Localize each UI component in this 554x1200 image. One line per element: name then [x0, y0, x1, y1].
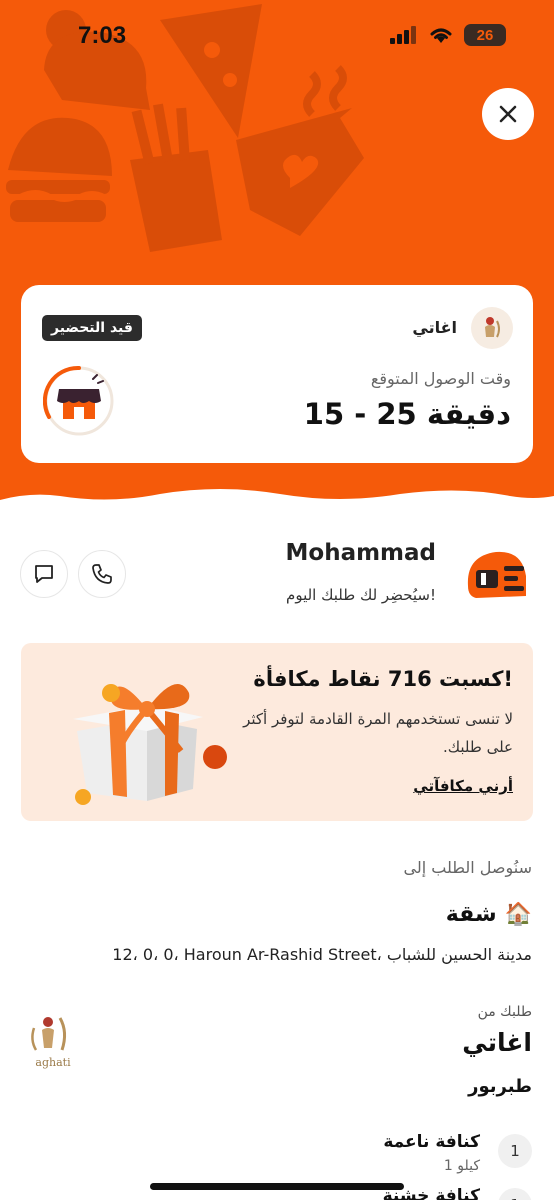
- rider-row: Mohammad سيُحضِر لك طلبك اليوم!: [0, 530, 554, 620]
- home-indicator: [150, 1183, 404, 1190]
- order-from-label: طلبك من: [477, 1004, 532, 1020]
- rider-message: سيُحضِر لك طلبك اليوم!: [286, 586, 436, 604]
- aghati-logo-caption: aghati: [35, 1056, 71, 1069]
- close-button[interactable]: [482, 88, 534, 140]
- order-item: 1 كنافة ناعمة 1 كيلو: [22, 1132, 532, 1182]
- status-bar: 7:03 26: [0, 0, 554, 70]
- order-restaurant-name: اغاتي: [462, 1028, 532, 1057]
- rider-name: Mohammad: [285, 540, 437, 566]
- signal-icon: [390, 26, 416, 44]
- eta-card: قيد التحضير اغاتي وقت الوصول المتوقع 15 …: [21, 285, 533, 463]
- show-rewards-link[interactable]: أرني مكافآتي: [413, 777, 513, 795]
- aghati-logo: aghati: [31, 1017, 71, 1069]
- eta-label: وقت الوصول المتوقع: [370, 369, 511, 388]
- address-type-label: شقة: [445, 902, 497, 927]
- restaurant-logo: [471, 307, 513, 349]
- rewards-description: لا تنسى تستخدمهم المرة القادمة لتوفر أكث…: [243, 710, 513, 756]
- restaurant-name: اغاتي: [412, 318, 457, 337]
- chat-button[interactable]: [20, 550, 68, 598]
- status-icons: 26: [390, 24, 506, 46]
- close-icon: [499, 105, 517, 123]
- address-type: شقة 🏠: [446, 902, 532, 927]
- item-name: كنافة ناعمة: [383, 1132, 480, 1152]
- call-button[interactable]: [78, 550, 126, 598]
- rewards-title: كسبت 716 نقاط مكافأة!: [253, 667, 513, 691]
- item-option: 1 كيلو: [443, 1158, 480, 1174]
- gift-icon: [73, 684, 227, 805]
- order-status-badge: قيد التحضير: [42, 315, 142, 341]
- rewards-card: كسبت 716 نقاط مكافأة! لا تنسى تستخدمهم ا…: [21, 643, 533, 821]
- order-branch: طبربور: [468, 1076, 532, 1097]
- item-quantity: 1: [498, 1188, 532, 1200]
- chat-icon: [35, 565, 53, 583]
- item-quantity: 1: [498, 1134, 532, 1168]
- address-line: 12، 0، 0، Haroun Ar-Rashid Street، مدينة…: [112, 945, 532, 964]
- wifi-icon: [430, 28, 452, 43]
- deliver-to-label: سنُوصل الطلب إلى: [403, 858, 532, 877]
- status-time: 7:03: [78, 22, 127, 49]
- rider-helmet-icon: [467, 551, 526, 598]
- battery-indicator: 26: [464, 24, 506, 46]
- eta-value: 15 - 25 دقيقة: [303, 397, 511, 431]
- wave-divider: [0, 489, 554, 500]
- phone-icon: [92, 564, 112, 584]
- restaurant-logo-icon: [485, 317, 500, 338]
- store-icon: [43, 365, 114, 436]
- house-icon: 🏠: [504, 902, 532, 927]
